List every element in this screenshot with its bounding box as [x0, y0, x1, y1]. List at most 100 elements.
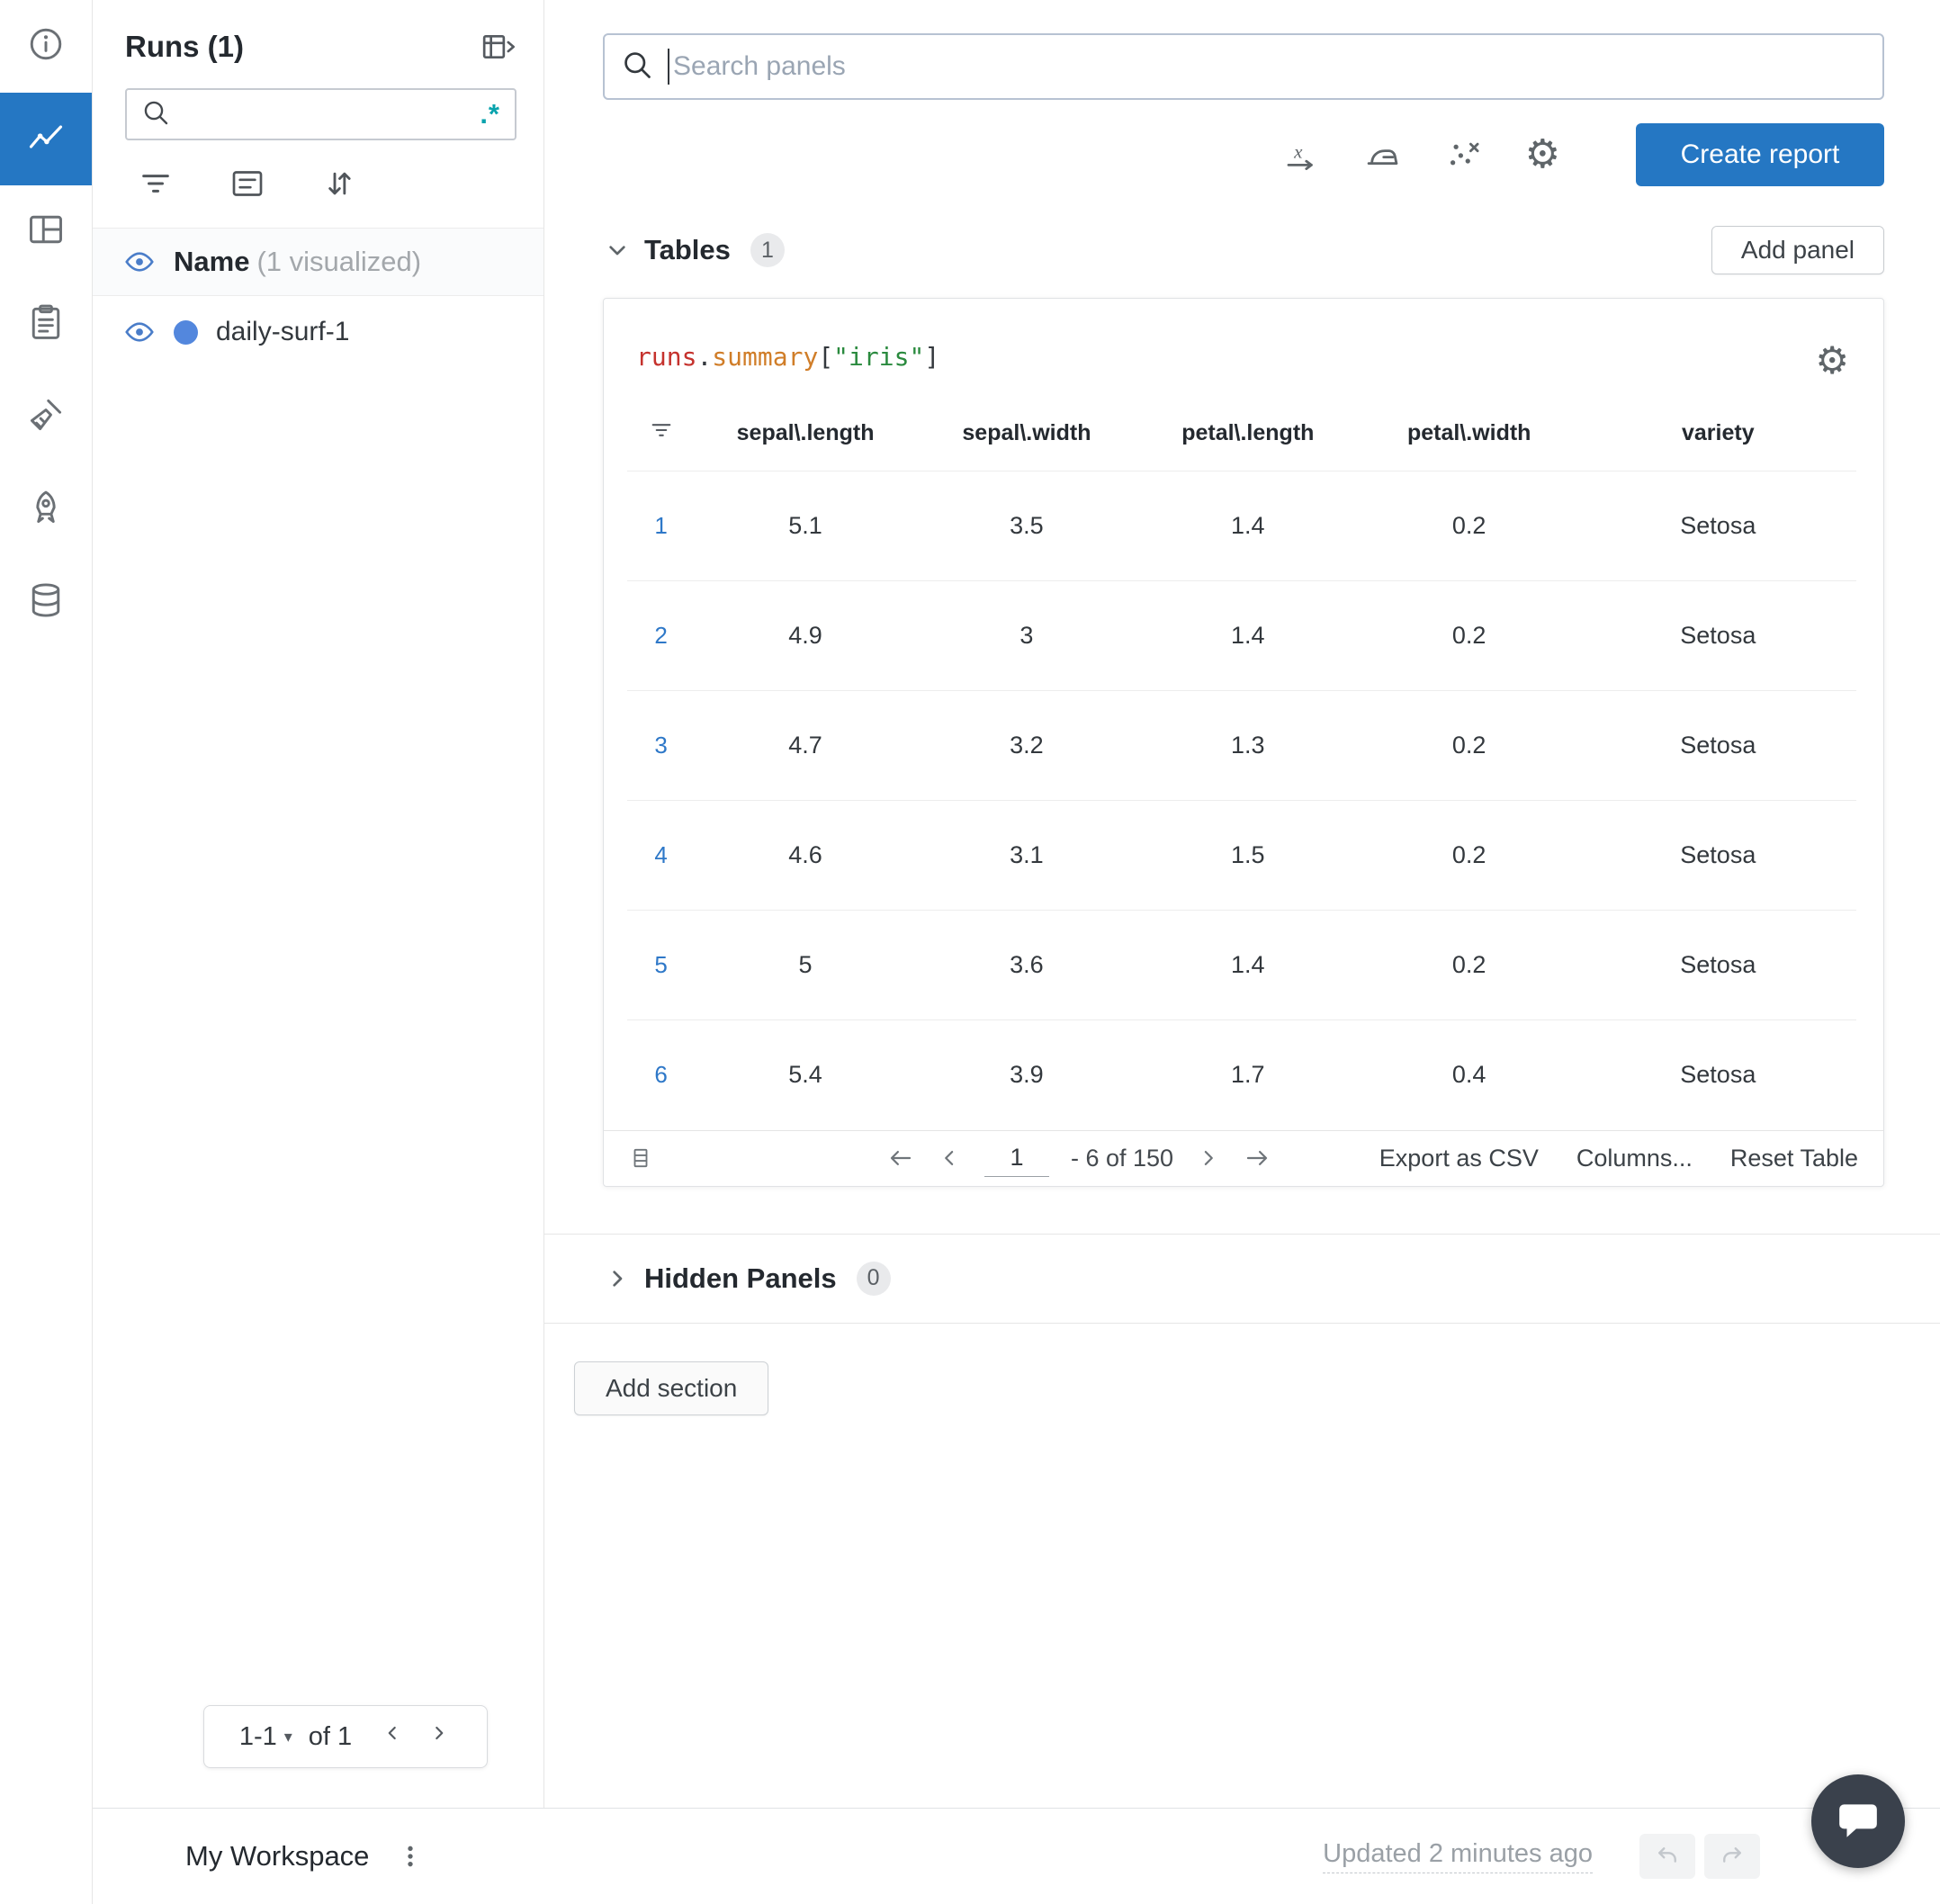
- row-height-icon[interactable]: [629, 1146, 652, 1170]
- column-header[interactable]: variety: [1579, 410, 1856, 472]
- hidden-panels-title[interactable]: Hidden Panels: [644, 1262, 837, 1295]
- smoothing-iron-icon[interactable]: [1363, 136, 1401, 174]
- row-index[interactable]: 4: [627, 800, 696, 911]
- prev-page-icon[interactable]: [381, 1721, 404, 1752]
- runs-table-expand-icon[interactable]: [481, 29, 516, 65]
- table-row: 3 4.7 3.2 1.3 0.2 Setosa: [627, 690, 1856, 801]
- column-header[interactable]: petal\.length: [1136, 410, 1359, 472]
- broom-icon: [26, 395, 66, 439]
- rail-item-sweeps[interactable]: [0, 371, 92, 463]
- panel-title-code: runs.summary["iris"]: [636, 342, 940, 372]
- table-header-row: sepal\.length sepal\.width petal\.length…: [627, 410, 1856, 472]
- column-header[interactable]: sepal\.length: [695, 410, 916, 472]
- columns-link[interactable]: Columns...: [1576, 1145, 1693, 1172]
- table-body: 1 5.1 3.5 1.4 0.2 Setosa 2 4.9 3 1.4 0.2…: [627, 471, 1856, 1130]
- chat-bubble-icon: [1836, 1797, 1881, 1846]
- index-column-filter-icon[interactable]: [627, 410, 696, 472]
- eye-icon[interactable]: [123, 316, 156, 348]
- updated-timestamp: Updated 2 minutes ago: [1323, 1839, 1593, 1873]
- prev-page-icon[interactable]: [936, 1145, 963, 1172]
- cell: 4.6: [695, 800, 916, 911]
- row-index[interactable]: 2: [627, 580, 696, 691]
- first-page-icon[interactable]: [887, 1145, 914, 1172]
- rail-item-notes[interactable]: [0, 278, 92, 371]
- undo-redo-group: [1639, 1834, 1760, 1879]
- sort-icon[interactable]: [321, 166, 357, 206]
- table-pager: - 6 of 150: [887, 1139, 1271, 1177]
- cell: 5: [695, 910, 916, 1020]
- chevron-down-icon[interactable]: [603, 236, 632, 265]
- cell: 3: [916, 580, 1137, 691]
- x-axis-icon[interactable]: x: [1282, 136, 1320, 174]
- cell: 5.1: [695, 471, 916, 581]
- info-icon: [26, 24, 66, 68]
- regex-toggle[interactable]: .*: [480, 98, 500, 130]
- runs-pagination: 1-1 ▾ of 1: [202, 1705, 488, 1768]
- runs-search-input[interactable]: [181, 100, 481, 129]
- cell: 4.7: [695, 690, 916, 801]
- cell: 1.4: [1136, 471, 1359, 581]
- page-of-label: of 1: [308, 1721, 353, 1751]
- panels-main: x ⚙ Create report Tables 1 Add panel run…: [544, 0, 1940, 1808]
- rail-item-charts[interactable]: [0, 93, 92, 185]
- runs-sidebar: Runs (1) .* Name (1 visualized) daily-su…: [93, 0, 544, 1808]
- column-header[interactable]: sepal\.width: [916, 410, 1137, 472]
- workspace-name[interactable]: My Workspace: [185, 1840, 369, 1873]
- reset-table-link[interactable]: Reset Table: [1730, 1145, 1858, 1172]
- next-page-icon[interactable]: [1195, 1145, 1222, 1172]
- name-column-label: Name (1 visualized): [174, 246, 422, 277]
- group-icon[interactable]: [229, 166, 265, 206]
- workspace-settings-gear-icon[interactable]: ⚙: [1525, 135, 1560, 175]
- search-panels-input[interactable]: [673, 51, 1866, 82]
- filter-icon[interactable]: [138, 166, 174, 206]
- row-index[interactable]: 1: [627, 471, 696, 581]
- redo-button[interactable]: [1704, 1834, 1760, 1879]
- export-csv-link[interactable]: Export as CSV: [1379, 1145, 1539, 1172]
- cell: 3.1: [916, 800, 1137, 911]
- cell: 0.2: [1358, 910, 1580, 1020]
- search-panels-box: [603, 33, 1884, 100]
- line-chart-icon: [26, 117, 66, 161]
- tables-section-title[interactable]: Tables: [644, 234, 731, 266]
- last-page-icon[interactable]: [1244, 1145, 1271, 1172]
- search-icon: [141, 98, 170, 131]
- page-range-dropdown[interactable]: 1-1 ▾: [239, 1722, 292, 1752]
- clipboard-icon: [26, 302, 66, 346]
- run-row[interactable]: daily-surf-1: [93, 296, 543, 368]
- row-index[interactable]: 5: [627, 910, 696, 1020]
- text-caret: [668, 49, 669, 85]
- rail-item-artifacts[interactable]: [0, 556, 92, 649]
- pagination-chevrons: [381, 1721, 451, 1752]
- column-header[interactable]: petal\.width: [1358, 410, 1580, 472]
- runs-filter-row: [93, 140, 543, 228]
- row-index[interactable]: 6: [627, 1020, 695, 1130]
- undo-button[interactable]: [1639, 1834, 1695, 1879]
- panels-toolbar: x ⚙ Create report: [603, 123, 1884, 186]
- add-panel-button[interactable]: Add panel: [1711, 226, 1884, 274]
- table-footer-links: Export as CSV Columns... Reset Table: [1379, 1145, 1858, 1172]
- run-name[interactable]: daily-surf-1: [216, 317, 349, 347]
- panel-header: runs.summary["iris"] ⚙: [604, 299, 1883, 380]
- cell: 3.2: [916, 690, 1137, 801]
- table-row: 2 4.9 3 1.4 0.2 Setosa: [627, 580, 1856, 691]
- chat-support-button[interactable]: [1811, 1774, 1905, 1868]
- outliers-icon[interactable]: [1444, 136, 1482, 174]
- rail-item-panels[interactable]: [0, 185, 92, 278]
- panel-settings-gear-icon[interactable]: ⚙: [1815, 342, 1849, 380]
- kebab-menu-icon[interactable]: [396, 1842, 425, 1871]
- next-page-icon[interactable]: [427, 1721, 451, 1752]
- add-section-button[interactable]: Add section: [574, 1361, 769, 1415]
- page-number-input[interactable]: [984, 1139, 1049, 1177]
- row-index[interactable]: 3: [627, 690, 696, 801]
- search-icon: [621, 49, 653, 85]
- create-report-button[interactable]: Create report: [1636, 123, 1884, 186]
- eye-icon[interactable]: [123, 246, 156, 278]
- chevron-right-icon[interactable]: [603, 1264, 632, 1293]
- rail-item-launch[interactable]: [0, 463, 92, 556]
- cell: Setosa: [1579, 690, 1856, 801]
- cell: 3.5: [916, 471, 1137, 581]
- cell: 0.2: [1358, 471, 1580, 581]
- panels-layout-icon: [26, 210, 66, 254]
- rail-item-info[interactable]: [0, 0, 92, 93]
- cell: 0.2: [1358, 580, 1580, 691]
